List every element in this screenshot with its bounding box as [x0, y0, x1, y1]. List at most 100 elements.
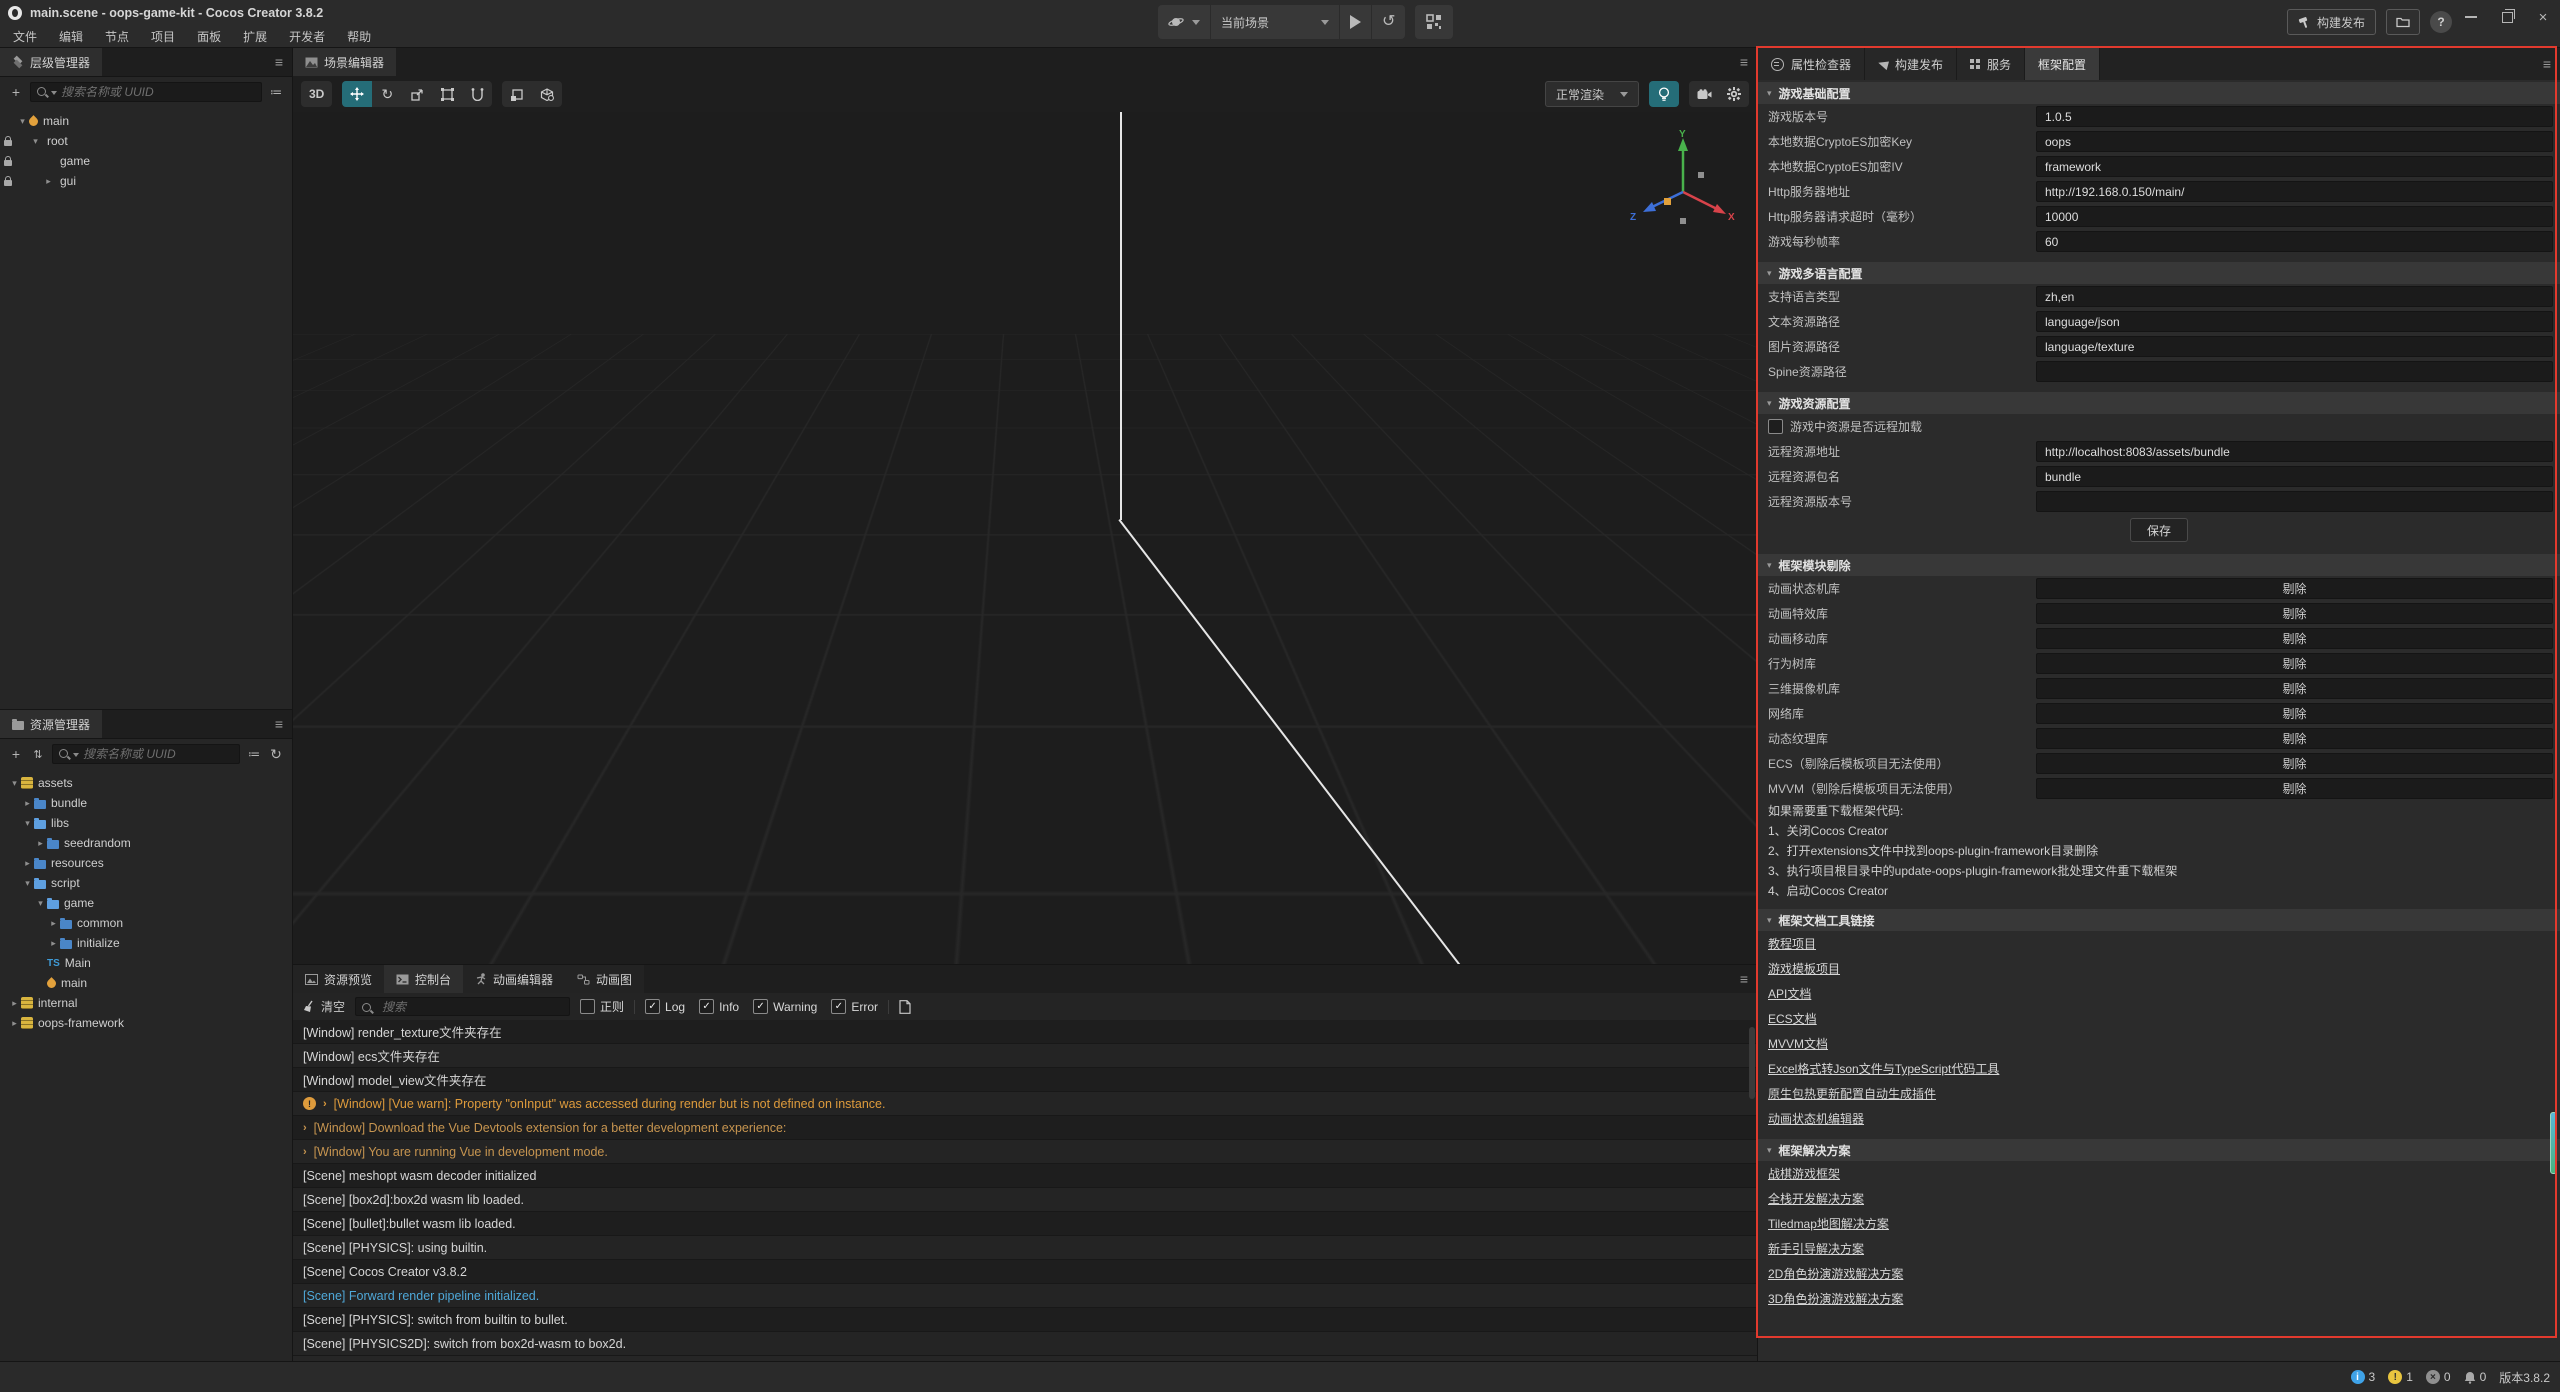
- field-input[interactable]: 60: [2036, 231, 2553, 252]
- log-file-icon[interactable]: [899, 1000, 911, 1014]
- doc-link[interactable]: 原生包热更新配置自动生成插件: [1768, 1085, 1936, 1102]
- play-button[interactable]: [1340, 5, 1372, 39]
- tree-row[interactable]: ▸resources: [0, 853, 292, 873]
- chevron-down-icon[interactable]: ▾: [16, 116, 29, 127]
- scene-select-dropdown[interactable]: 当前场景: [1211, 5, 1340, 39]
- maximize-button[interactable]: [2500, 10, 2514, 24]
- remove-module-button[interactable]: 剔除: [2036, 628, 2553, 649]
- expand-log-icon[interactable]: ›: [323, 1098, 327, 1110]
- tab-资源预览[interactable]: 资源预览: [293, 965, 384, 993]
- tab-动画图[interactable]: 动画图: [565, 965, 644, 993]
- log-row[interactable]: [Scene] Forward render pipeline initiali…: [293, 1284, 1757, 1308]
- field-input[interactable]: 10000: [2036, 206, 2553, 227]
- log-row[interactable]: [Scene] meshopt wasm decoder initialized: [293, 1164, 1757, 1188]
- tab-hierarchy[interactable]: 层级管理器: [0, 48, 102, 76]
- save-button[interactable]: 保存: [2130, 518, 2188, 542]
- help-button[interactable]: ?: [2430, 11, 2452, 33]
- create-asset-button[interactable]: +: [8, 746, 24, 762]
- menu-item[interactable]: 面板: [186, 26, 232, 48]
- expand-log-icon[interactable]: ›: [303, 1122, 307, 1134]
- regex-toggle[interactable]: 正则: [580, 998, 624, 1015]
- doc-link[interactable]: Tiledmap地图解决方案: [1768, 1215, 1889, 1232]
- log-row[interactable]: ›[Window] You are running Vue in develop…: [293, 1140, 1757, 1164]
- chevron-right-icon[interactable]: ▸: [21, 798, 34, 809]
- menu-item[interactable]: 文件: [2, 26, 48, 48]
- orientation-gizmo[interactable]: Y X Z: [1628, 130, 1738, 240]
- log-row[interactable]: [Window] model_view文件夹存在: [293, 1068, 1757, 1092]
- create-node-button[interactable]: +: [8, 84, 24, 100]
- filter-info[interactable]: ✓Info: [699, 999, 739, 1014]
- panel-menu-button[interactable]: ≡: [1731, 48, 1757, 76]
- scene-viewport[interactable]: Y X Z: [293, 112, 1757, 965]
- filter-error[interactable]: ✓Error: [831, 999, 878, 1014]
- rect-tool-button[interactable]: [432, 81, 462, 107]
- tree-row[interactable]: ▸oops-framework: [0, 1013, 292, 1033]
- filter-warning[interactable]: ✓Warning: [753, 999, 817, 1014]
- tree-row[interactable]: game: [0, 151, 292, 171]
- doc-link[interactable]: 战棋游戏框架: [1768, 1165, 1840, 1182]
- chevron-right-icon[interactable]: ▸: [8, 1018, 21, 1029]
- panel-menu-button[interactable]: ≡: [1731, 965, 1757, 993]
- menu-item[interactable]: 编辑: [48, 26, 94, 48]
- section-header[interactable]: ▾游戏多语言配置: [1758, 262, 2560, 284]
- field-input[interactable]: [2036, 361, 2553, 382]
- field-input[interactable]: language/texture: [2036, 336, 2553, 357]
- doc-link[interactable]: ECS文档: [1768, 1010, 1817, 1027]
- inspector-scrollbar-thumb[interactable]: [2550, 1112, 2557, 1174]
- console-log-list[interactable]: [Window] render_texture文件夹存在[Window] ecs…: [293, 1020, 1757, 1362]
- menu-item[interactable]: 开发者: [278, 26, 336, 48]
- restart-button[interactable]: ↺: [1372, 5, 1405, 39]
- close-button[interactable]: ×: [2536, 10, 2550, 24]
- tree-row[interactable]: ▸common: [0, 913, 292, 933]
- doc-link[interactable]: 教程项目: [1768, 935, 1816, 952]
- remove-module-button[interactable]: 剔除: [2036, 603, 2553, 624]
- filter-checkbox[interactable]: ✓: [831, 999, 846, 1014]
- move-tool-button[interactable]: [342, 81, 372, 107]
- menu-item[interactable]: 节点: [94, 26, 140, 48]
- remove-module-button[interactable]: 剔除: [2036, 728, 2553, 749]
- field-input[interactable]: [2036, 491, 2553, 512]
- chevron-right-icon[interactable]: ▸: [47, 938, 60, 949]
- field-input[interactable]: oops: [2036, 131, 2553, 152]
- remote-load-checkbox[interactable]: [1768, 419, 1783, 434]
- coordinate-mode-button[interactable]: [532, 81, 562, 107]
- chevron-down-icon[interactable]: ▾: [34, 898, 47, 909]
- menu-item[interactable]: 项目: [140, 26, 186, 48]
- hierarchy-search-input[interactable]: [30, 82, 262, 102]
- log-row[interactable]: [Scene] Cocos Creator v3.8.2: [293, 1260, 1757, 1284]
- remove-module-button[interactable]: 剔除: [2036, 653, 2553, 674]
- section-header[interactable]: ▾游戏资源配置: [1758, 392, 2560, 414]
- doc-link[interactable]: Excel格式转Json文件与TypeScript代码工具: [1768, 1060, 1999, 1077]
- tab-属性检查器[interactable]: 属性检查器: [1758, 48, 1865, 80]
- tree-row[interactable]: ▸internal: [0, 993, 292, 1013]
- filter-checkbox[interactable]: ✓: [753, 999, 768, 1014]
- filter-checkbox[interactable]: ✓: [699, 999, 714, 1014]
- chevron-right-icon[interactable]: ▸: [42, 176, 55, 187]
- scene-camera-button[interactable]: [1689, 81, 1719, 107]
- chevron-right-icon[interactable]: ▸: [8, 998, 21, 1009]
- rotate-tool-button[interactable]: ↻: [372, 81, 402, 107]
- tree-row[interactable]: TSMain: [0, 953, 292, 973]
- lighting-toggle-button[interactable]: [1649, 81, 1679, 107]
- tab-框架配置[interactable]: 框架配置: [2025, 48, 2100, 80]
- section-header[interactable]: ▾框架模块剔除: [1758, 554, 2560, 576]
- tree-row[interactable]: ▸initialize: [0, 933, 292, 953]
- chevron-down-icon[interactable]: ▾: [21, 878, 34, 889]
- console-search-input[interactable]: [355, 997, 570, 1016]
- section-header[interactable]: ▾游戏基础配置: [1758, 82, 2560, 104]
- platform-select-button[interactable]: [1158, 5, 1211, 39]
- log-row[interactable]: [Scene] [PHYSICS2D]: switch from box2d-w…: [293, 1332, 1757, 1356]
- expand-log-icon[interactable]: ›: [303, 1146, 307, 1158]
- tab-assets[interactable]: 资源管理器: [0, 710, 102, 738]
- tab-服务[interactable]: 服务: [1957, 48, 2025, 80]
- remove-module-button[interactable]: 剔除: [2036, 778, 2553, 799]
- log-row[interactable]: !›[Window] [Vue warn]: Property "onInput…: [293, 1092, 1757, 1116]
- minimize-button[interactable]: [2464, 10, 2478, 24]
- doc-link[interactable]: 2D角色扮演游戏解决方案: [1768, 1265, 1903, 1282]
- tab-动画编辑器[interactable]: 动画编辑器: [463, 965, 565, 993]
- field-input[interactable]: zh,en: [2036, 286, 2553, 307]
- regex-checkbox[interactable]: [580, 999, 595, 1014]
- info-count-badge[interactable]: i 3: [2351, 1370, 2376, 1384]
- scene-settings-button[interactable]: [1719, 81, 1749, 107]
- notification-badge[interactable]: 0: [2464, 1370, 2487, 1384]
